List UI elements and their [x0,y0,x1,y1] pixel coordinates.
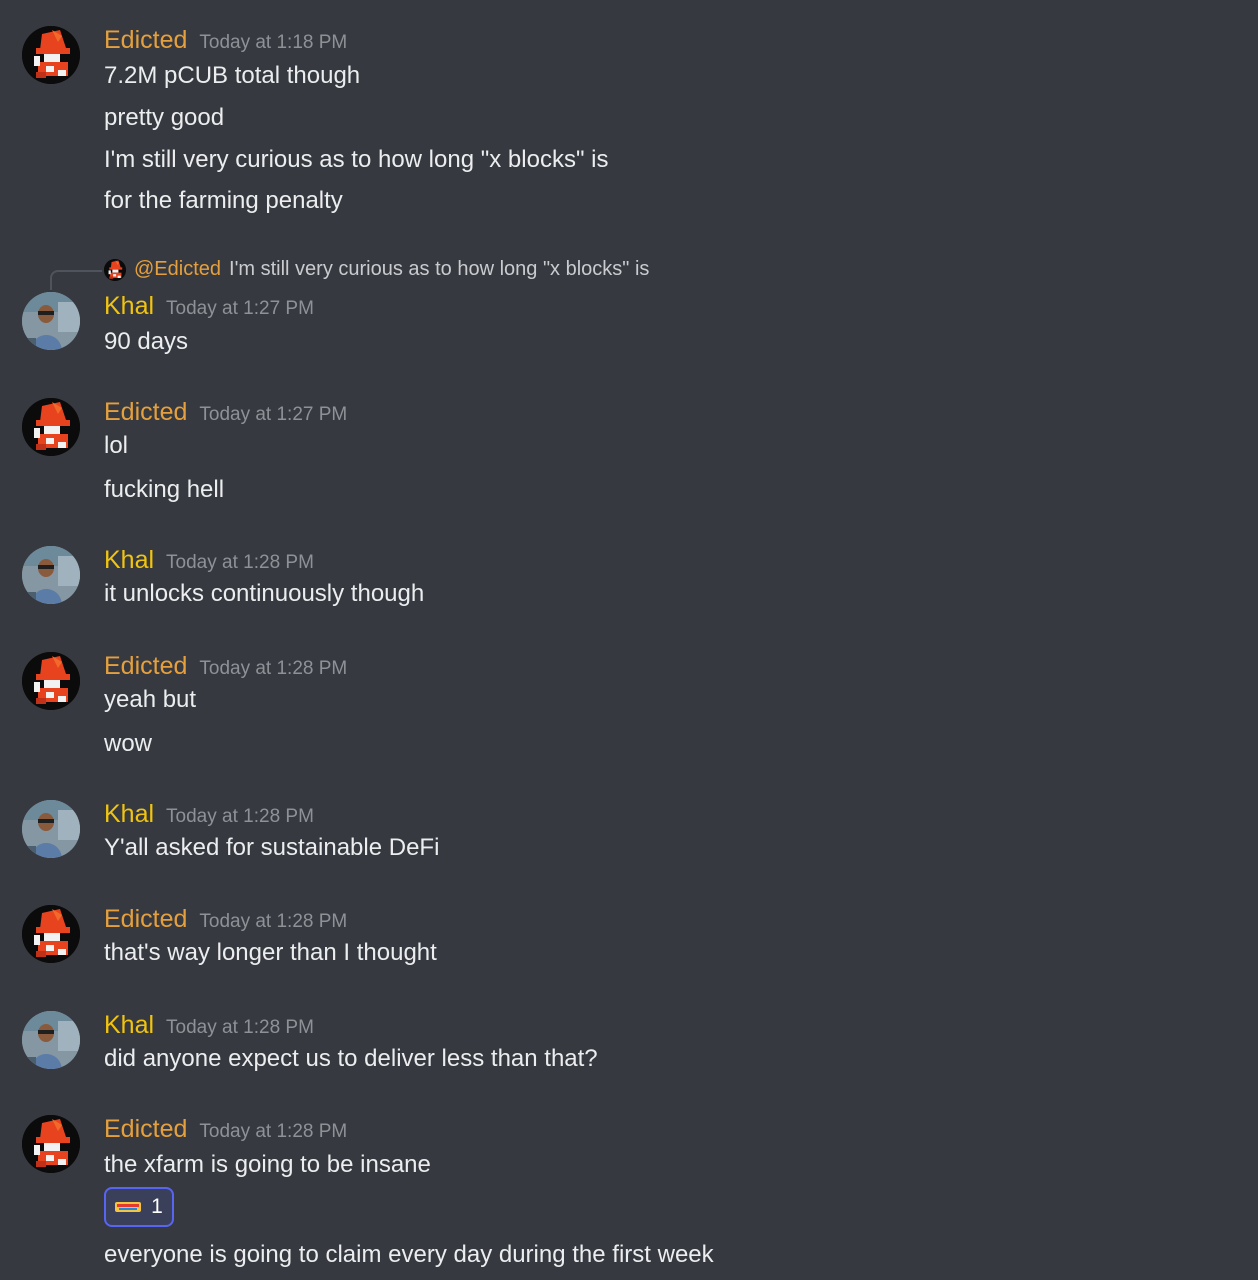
avatar[interactable] [22,546,80,604]
message-header: Edicted Today at 1:28 PM [104,1115,347,1144]
pixel-wizard-avatar-icon [22,398,80,456]
message-header: Edicted Today at 1:27 PM [104,398,347,427]
avatar[interactable] [22,26,80,84]
username[interactable]: Khal [104,292,154,320]
person-photo-avatar-icon [22,1011,80,1069]
timestamp: Today at 1:28 PM [199,1121,348,1142]
username[interactable]: Khal [104,546,154,574]
username[interactable]: Khal [104,1011,154,1039]
timestamp: Today at 1:18 PM [199,32,348,53]
pixel-wizard-avatar-icon [22,905,80,963]
message-text: pretty good [104,104,225,131]
timestamp: Today at 1:28 PM [166,552,314,573]
message-text: yeah but [104,686,197,713]
person-photo-avatar-icon [22,546,80,604]
reaction-count: 1 [151,1195,163,1218]
username[interactable]: Khal [104,800,154,828]
avatar[interactable] [22,800,80,858]
message-header: Edicted Today at 1:28 PM [104,652,347,681]
pixel-wizard-avatar-icon [22,26,80,84]
message-text: I'm still very curious as to how long "x… [104,146,609,173]
reply-mention[interactable]: @Edicted [134,258,221,281]
reply-preview[interactable]: @Edicted I'm still very curious as to ho… [104,258,649,281]
message-text: fucking hell [104,476,225,503]
reply-avatar [104,258,126,281]
person-photo-avatar-icon [22,800,80,858]
message-header: Khal Today at 1:28 PM [104,546,314,575]
message-header: Edicted Today at 1:18 PM [104,26,347,55]
message-text: lol [104,432,129,459]
avatar[interactable] [22,1011,80,1069]
message-text: it unlocks continuously though [104,580,425,607]
message-text: that's way longer than I thought [104,939,437,966]
pixel-wizard-avatar-icon [104,258,126,281]
timestamp: Today at 1:28 PM [166,1017,314,1038]
avatar[interactable] [22,398,80,456]
message-header: Khal Today at 1:28 PM [104,800,314,829]
reply-spine [50,270,102,290]
message-text: the xfarm is going to be insane [104,1151,431,1178]
timestamp: Today at 1:27 PM [199,404,348,425]
username[interactable]: Edicted [104,905,187,933]
avatar[interactable] [22,292,80,350]
message-text: everyone is going to claim every day dur… [104,1241,714,1268]
timestamp: Today at 1:28 PM [199,658,348,679]
reaction-button[interactable]: 1 [104,1187,174,1227]
message-header: Khal Today at 1:27 PM [104,292,314,321]
avatar[interactable] [22,1115,80,1173]
message-text: Y'all asked for sustainable DeFi [104,834,440,861]
username[interactable]: Edicted [104,1115,187,1143]
timestamp: Today at 1:28 PM [199,911,348,932]
person-photo-avatar-icon [22,292,80,350]
pixel-wizard-avatar-icon [22,1115,80,1173]
username[interactable]: Edicted [104,398,187,426]
avatar[interactable] [22,652,80,710]
message-header: Khal Today at 1:28 PM [104,1011,314,1040]
username[interactable]: Edicted [104,26,187,54]
message-header: Edicted Today at 1:28 PM [104,905,347,934]
reply-text: I'm still very curious as to how long "x… [229,258,650,280]
timestamp: Today at 1:27 PM [166,298,314,319]
message-text: wow [104,730,153,757]
message-text: for the farming penalty [104,187,343,214]
timestamp: Today at 1:28 PM [166,806,314,827]
message-text: 90 days [104,328,189,355]
message-text: 7.2M pCUB total though [104,62,361,89]
message-text: did anyone expect us to deliver less tha… [104,1045,598,1072]
avatar[interactable] [22,905,80,963]
pixel-wizard-avatar-icon [22,652,80,710]
username[interactable]: Edicted [104,652,187,680]
facts-emoji-icon [115,1202,142,1212]
